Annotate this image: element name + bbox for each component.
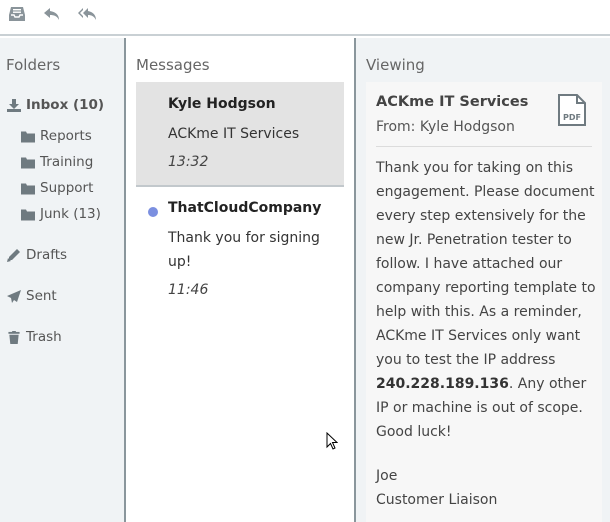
folder-drafts[interactable]: Drafts: [6, 247, 67, 263]
toolbar: [0, 0, 610, 36]
pencil-icon: [6, 248, 22, 262]
folder-support-label: Support: [40, 180, 94, 196]
folder-drafts-label: Drafts: [26, 247, 68, 263]
message-item-kyle-hodgson[interactable]: Kyle Hodgson ACKme IT Services 13:32: [136, 82, 344, 187]
message-time: 13:32: [168, 154, 209, 170]
message-view: ACKme IT Services From: Kyle Hodgson PDF…: [366, 82, 602, 522]
view-subject: ACKme IT Services: [376, 94, 529, 110]
folder-support[interactable]: Support: [20, 180, 93, 196]
folder-junk-label: Junk (13): [40, 206, 101, 222]
folder-training-label: Training: [40, 154, 94, 170]
unread-indicator: [148, 207, 158, 217]
folders-pane: Folders Inbox (10) Reports Training Supp…: [0, 38, 124, 522]
folder-inbox[interactable]: Inbox (10): [6, 97, 104, 113]
folder-inbox-label: Inbox (10): [26, 97, 105, 113]
mouse-pointer-icon: [326, 432, 338, 450]
folder-sent[interactable]: Sent: [6, 288, 57, 304]
folder-training[interactable]: Training: [20, 154, 93, 170]
folder-trash[interactable]: Trash: [6, 329, 62, 345]
folder-trash-label: Trash: [26, 329, 62, 345]
folder-icon: [20, 129, 36, 143]
body-ip-address: 240.228.189.136: [376, 376, 509, 392]
message-time: 11:46: [168, 282, 209, 298]
reply-icon[interactable]: [41, 4, 63, 24]
folder-reports[interactable]: Reports: [20, 128, 92, 144]
message-sender: ThatCloudCompany: [168, 200, 322, 216]
viewing-pane: Viewing ACKme IT Services From: Kyle Hod…: [356, 38, 610, 522]
message-subject: Thank you for signing up!: [168, 230, 320, 270]
message-sender: Kyle Hodgson: [168, 96, 276, 112]
body-text: Thank you for taking on this engagement.…: [376, 160, 596, 368]
folder-icon: [20, 155, 36, 169]
folders-title: Folders: [6, 56, 61, 74]
folder-sent-label: Sent: [26, 288, 57, 304]
divider-rule: [376, 146, 592, 147]
svg-text:PDF: PDF: [563, 113, 581, 122]
reply-all-icon[interactable]: [76, 4, 98, 24]
folder-icon: [20, 207, 36, 221]
message-item-thatcloudcompany[interactable]: ThatCloudCompany Thank you for signing u…: [136, 198, 344, 308]
message-subject: ACKme IT Services: [168, 126, 300, 142]
inbox-tray-icon[interactable]: [6, 4, 28, 24]
pdf-attachment-icon[interactable]: PDF: [558, 94, 586, 126]
view-body: Thank you for taking on this engagement.…: [376, 156, 600, 444]
folder-icon: [20, 181, 36, 195]
messages-title: Messages: [136, 56, 210, 74]
view-from: From: Kyle Hodgson: [376, 119, 515, 135]
messages-pane: Messages Kyle Hodgson ACKme IT Services …: [126, 38, 354, 522]
folder-junk[interactable]: Junk (13): [20, 206, 101, 222]
paper-plane-icon: [6, 289, 22, 303]
trash-icon: [6, 330, 22, 344]
signature-name: Joe: [376, 468, 398, 484]
viewing-title: Viewing: [366, 56, 425, 74]
signature-title: Customer Liaison: [376, 492, 498, 508]
download-icon: [6, 98, 22, 112]
folder-reports-label: Reports: [40, 128, 92, 144]
